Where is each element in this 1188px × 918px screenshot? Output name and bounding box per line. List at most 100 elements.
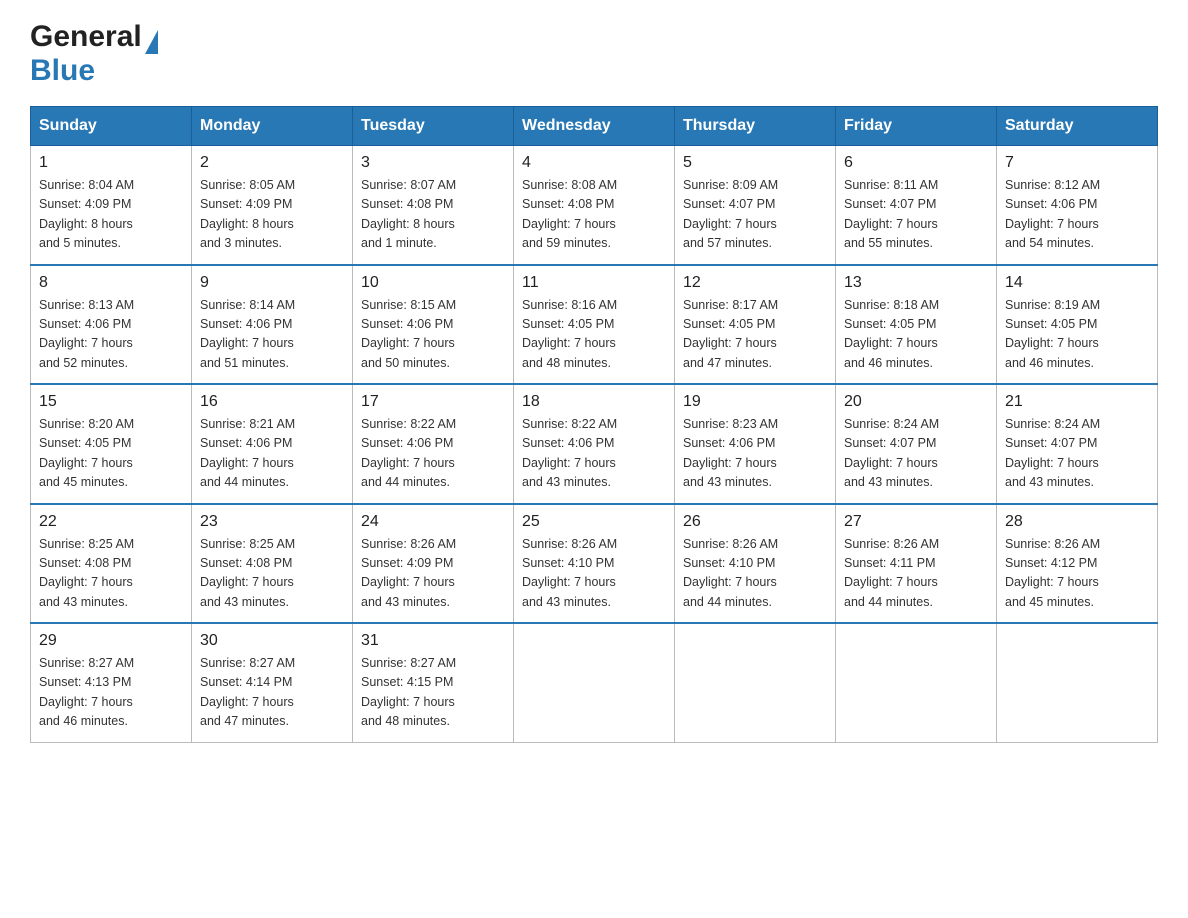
day-cell-6: 6Sunrise: 8:11 AM Sunset: 4:07 PM Daylig… [836, 146, 997, 265]
day-info: Sunrise: 8:05 AM Sunset: 4:09 PM Dayligh… [200, 176, 344, 254]
day-number: 13 [844, 274, 988, 292]
day-info: Sunrise: 8:07 AM Sunset: 4:08 PM Dayligh… [361, 176, 505, 254]
day-cell-22: 22 Sunrise: 8:25 AM Sunset: 4:08 PM Dayli… [31, 504, 192, 624]
weekday-header-sunday: Sunday [31, 107, 192, 146]
day-number: 23 [200, 513, 344, 531]
calendar-body: 1 Sunrise: 8:04 AM Sunset: 4:09 PM Daylig… [31, 146, 1158, 743]
day-cell-24: 24 Sunrise: 8:26 AM Sunset: 4:09 PM Dayli… [353, 504, 514, 624]
day-cell-7: 7Sunrise: 8:12 AM Sunset: 4:06 PM Daylig… [997, 146, 1158, 265]
day-number: 30 [200, 632, 344, 650]
day-info: Sunrise: 8:16 AM Sunset: 4:05 PM Dayligh… [522, 296, 666, 374]
day-info: Sunrise: 8:25 AM Sunset: 4:08 PM Dayligh… [39, 535, 183, 613]
empty-cell [997, 623, 1158, 742]
day-info: Sunrise: 8:24 AM Sunset: 4:07 PM Dayligh… [1005, 415, 1149, 493]
day-number: 29 [39, 632, 183, 650]
empty-cell [514, 623, 675, 742]
day-info: Sunrise: 8:24 AM Sunset: 4:07 PM Dayligh… [844, 415, 988, 493]
day-number: 24 [361, 513, 505, 531]
day-cell-27: 27 Sunrise: 8:26 AM Sunset: 4:11 PM Dayli… [836, 504, 997, 624]
day-cell-17: 17 Sunrise: 8:22 AM Sunset: 4:06 PM Dayli… [353, 384, 514, 504]
weekday-header-tuesday: Tuesday [353, 107, 514, 146]
day-number: 27 [844, 513, 988, 531]
day-number: 28 [1005, 513, 1149, 531]
day-info: Sunrise: 8:04 AM Sunset: 4:09 PM Dayligh… [39, 176, 183, 254]
day-number: 22 [39, 513, 183, 531]
day-cell-5: 5Sunrise: 8:09 AM Sunset: 4:07 PM Daylig… [675, 146, 836, 265]
weekday-header-friday: Friday [836, 107, 997, 146]
day-cell-14: 14Sunrise: 8:19 AM Sunset: 4:05 PM Dayli… [997, 265, 1158, 385]
logo-general-text: General [30, 20, 158, 54]
day-info: Sunrise: 8:22 AM Sunset: 4:06 PM Dayligh… [361, 415, 505, 493]
day-info: Sunrise: 8:14 AM Sunset: 4:06 PM Dayligh… [200, 296, 344, 374]
day-cell-28: 28 Sunrise: 8:26 AM Sunset: 4:12 PM Dayli… [997, 504, 1158, 624]
logo: General Blue [30, 20, 158, 88]
day-info: Sunrise: 8:13 AM Sunset: 4:06 PM Dayligh… [39, 296, 183, 374]
day-number: 26 [683, 513, 827, 531]
day-info: Sunrise: 8:26 AM Sunset: 4:09 PM Dayligh… [361, 535, 505, 613]
calendar-week-2: 8Sunrise: 8:13 AM Sunset: 4:06 PM Daylig… [31, 265, 1158, 385]
day-info: Sunrise: 8:12 AM Sunset: 4:06 PM Dayligh… [1005, 176, 1149, 254]
day-info: Sunrise: 8:09 AM Sunset: 4:07 PM Dayligh… [683, 176, 827, 254]
day-info: Sunrise: 8:18 AM Sunset: 4:05 PM Dayligh… [844, 296, 988, 374]
calendar-week-3: 15Sunrise: 8:20 AM Sunset: 4:05 PM Dayli… [31, 384, 1158, 504]
day-number: 31 [361, 632, 505, 650]
calendar-header: SundayMondayTuesdayWednesdayThursdayFrid… [31, 107, 1158, 146]
day-info: Sunrise: 8:27 AM Sunset: 4:13 PM Dayligh… [39, 654, 183, 732]
day-cell-15: 15Sunrise: 8:20 AM Sunset: 4:05 PM Dayli… [31, 384, 192, 504]
empty-cell [836, 623, 997, 742]
day-cell-18: 18Sunrise: 8:22 AM Sunset: 4:06 PM Dayli… [514, 384, 675, 504]
day-cell-23: 23 Sunrise: 8:25 AM Sunset: 4:08 PM Dayli… [192, 504, 353, 624]
day-info: Sunrise: 8:27 AM Sunset: 4:15 PM Dayligh… [361, 654, 505, 732]
day-info: Sunrise: 8:26 AM Sunset: 4:10 PM Dayligh… [683, 535, 827, 613]
day-cell-12: 12 Sunrise: 8:17 AM Sunset: 4:05 PM Dayli… [675, 265, 836, 385]
weekday-header-monday: Monday [192, 107, 353, 146]
day-cell-2: 2 Sunrise: 8:05 AM Sunset: 4:09 PM Daylig… [192, 146, 353, 265]
day-cell-30: 30 Sunrise: 8:27 AM Sunset: 4:14 PM Dayli… [192, 623, 353, 742]
day-cell-19: 19Sunrise: 8:23 AM Sunset: 4:06 PM Dayli… [675, 384, 836, 504]
day-info: Sunrise: 8:11 AM Sunset: 4:07 PM Dayligh… [844, 176, 988, 254]
day-cell-16: 16Sunrise: 8:21 AM Sunset: 4:06 PM Dayli… [192, 384, 353, 504]
day-number: 12 [683, 274, 827, 292]
day-number: 10 [361, 274, 505, 292]
day-info: Sunrise: 8:17 AM Sunset: 4:05 PM Dayligh… [683, 296, 827, 374]
day-number: 2 [200, 154, 344, 172]
day-info: Sunrise: 8:25 AM Sunset: 4:08 PM Dayligh… [200, 535, 344, 613]
day-info: Sunrise: 8:26 AM Sunset: 4:12 PM Dayligh… [1005, 535, 1149, 613]
day-number: 18 [522, 393, 666, 411]
day-number: 20 [844, 393, 988, 411]
day-cell-9: 9Sunrise: 8:14 AM Sunset: 4:06 PM Daylig… [192, 265, 353, 385]
day-info: Sunrise: 8:26 AM Sunset: 4:11 PM Dayligh… [844, 535, 988, 613]
day-number: 17 [361, 393, 505, 411]
calendar-table: SundayMondayTuesdayWednesdayThursdayFrid… [30, 106, 1158, 743]
day-info: Sunrise: 8:26 AM Sunset: 4:10 PM Dayligh… [522, 535, 666, 613]
calendar-week-1: 1 Sunrise: 8:04 AM Sunset: 4:09 PM Daylig… [31, 146, 1158, 265]
day-cell-13: 13 Sunrise: 8:18 AM Sunset: 4:05 PM Dayli… [836, 265, 997, 385]
day-cell-29: 29 Sunrise: 8:27 AM Sunset: 4:13 PM Dayli… [31, 623, 192, 742]
day-cell-20: 20 Sunrise: 8:24 AM Sunset: 4:07 PM Dayli… [836, 384, 997, 504]
empty-cell [675, 623, 836, 742]
day-info: Sunrise: 8:20 AM Sunset: 4:05 PM Dayligh… [39, 415, 183, 493]
page-header: General Blue [30, 20, 1158, 88]
day-number: 16 [200, 393, 344, 411]
day-number: 11 [522, 274, 666, 292]
logo-blue-text: Blue [30, 54, 95, 88]
day-number: 1 [39, 154, 183, 172]
day-cell-8: 8Sunrise: 8:13 AM Sunset: 4:06 PM Daylig… [31, 265, 192, 385]
weekday-header-wednesday: Wednesday [514, 107, 675, 146]
day-number: 21 [1005, 393, 1149, 411]
day-info: Sunrise: 8:27 AM Sunset: 4:14 PM Dayligh… [200, 654, 344, 732]
calendar-week-4: 22 Sunrise: 8:25 AM Sunset: 4:08 PM Dayli… [31, 504, 1158, 624]
day-cell-11: 11 Sunrise: 8:16 AM Sunset: 4:05 PM Dayli… [514, 265, 675, 385]
day-number: 25 [522, 513, 666, 531]
day-cell-21: 21 Sunrise: 8:24 AM Sunset: 4:07 PM Dayli… [997, 384, 1158, 504]
day-number: 19 [683, 393, 827, 411]
day-cell-10: 10Sunrise: 8:15 AM Sunset: 4:06 PM Dayli… [353, 265, 514, 385]
weekday-header-thursday: Thursday [675, 107, 836, 146]
day-info: Sunrise: 8:19 AM Sunset: 4:05 PM Dayligh… [1005, 296, 1149, 374]
day-cell-4: 4Sunrise: 8:08 AM Sunset: 4:08 PM Daylig… [514, 146, 675, 265]
calendar-week-5: 29 Sunrise: 8:27 AM Sunset: 4:13 PM Dayli… [31, 623, 1158, 742]
day-cell-3: 3Sunrise: 8:07 AM Sunset: 4:08 PM Daylig… [353, 146, 514, 265]
day-number: 4 [522, 154, 666, 172]
weekday-header-saturday: Saturday [997, 107, 1158, 146]
day-cell-26: 26 Sunrise: 8:26 AM Sunset: 4:10 PM Dayli… [675, 504, 836, 624]
